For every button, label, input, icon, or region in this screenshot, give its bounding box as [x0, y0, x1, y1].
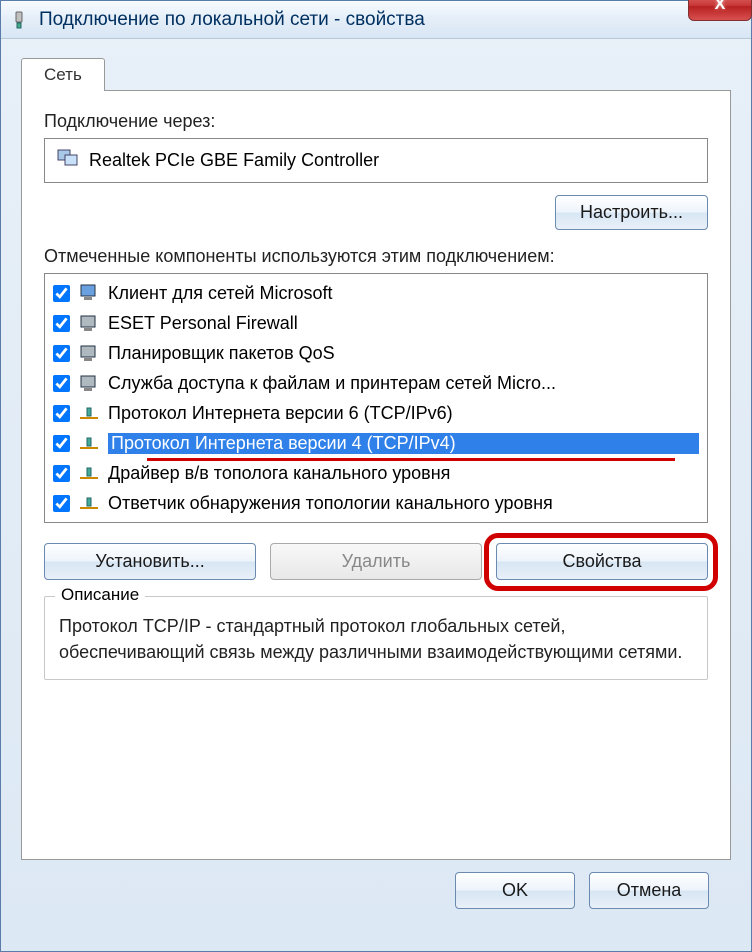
connect-via-label: Подключение через:: [44, 111, 708, 132]
properties-button[interactable]: Свойства: [496, 543, 708, 580]
component-checkbox[interactable]: [53, 345, 70, 362]
cancel-button[interactable]: Отмена: [589, 872, 709, 909]
component-label: Протокол Интернета версии 6 (TCP/IPv6): [108, 403, 699, 424]
list-item[interactable]: Драйвер в/в тополога канального уровня: [47, 458, 705, 488]
dialog-buttons: OK Отмена: [21, 860, 731, 909]
remove-button: Удалить: [270, 543, 482, 580]
firewall-icon: [78, 312, 100, 334]
share-icon: [78, 372, 100, 394]
content-area: Сеть Подключение через: Realtek PCIe GBE…: [1, 39, 751, 923]
adapter-field[interactable]: Realtek PCIe GBE Family Controller: [44, 138, 708, 183]
close-button[interactable]: X: [688, 0, 752, 21]
configure-button[interactable]: Настроить...: [555, 195, 708, 230]
component-checkbox[interactable]: [53, 315, 70, 332]
description-group: Описание Протокол TCP/IP - стандартный п…: [44, 596, 708, 680]
component-label: ESET Personal Firewall: [108, 313, 699, 334]
list-item[interactable]: Клиент для сетей Microsoft: [47, 278, 705, 308]
properties-dialog: Подключение по локальной сети - свойства…: [0, 0, 752, 952]
titlebar: Подключение по локальной сети - свойства…: [1, 1, 751, 39]
component-label: Планировщик пакетов QoS: [108, 343, 699, 364]
component-buttons-row: Установить... Удалить Свойства: [44, 543, 708, 580]
tab-container: Сеть Подключение через: Realtek PCIe GBE…: [21, 57, 731, 860]
component-checkbox[interactable]: [53, 405, 70, 422]
ok-button[interactable]: OK: [455, 872, 575, 909]
component-label: Драйвер в/в тополога канального уровня: [108, 463, 699, 484]
qos-icon: [78, 342, 100, 364]
window-title: Подключение по локальной сети - свойства: [39, 9, 743, 31]
component-label: Протокол Интернета версии 4 (TCP/IPv4): [108, 433, 699, 454]
component-checkbox[interactable]: [53, 435, 70, 452]
list-item[interactable]: Ответчик обнаружения топологии канальног…: [47, 488, 705, 518]
install-button[interactable]: Установить...: [44, 543, 256, 580]
protocol-icon: [78, 402, 100, 424]
window-icon: [9, 10, 29, 30]
list-item[interactable]: Планировщик пакетов QoS: [47, 338, 705, 368]
list-item[interactable]: ESET Personal Firewall: [47, 308, 705, 338]
adapter-name: Realtek PCIe GBE Family Controller: [89, 150, 379, 171]
tab-network[interactable]: Сеть: [21, 58, 105, 91]
protocol-icon: [78, 462, 100, 484]
description-title: Описание: [55, 585, 145, 605]
client-icon: [78, 282, 100, 304]
network-adapter-icon: [57, 149, 79, 172]
list-item[interactable]: Протокол Интернета версии 6 (TCP/IPv6): [47, 398, 705, 428]
component-label: Клиент для сетей Microsoft: [108, 283, 699, 304]
components-list[interactable]: Клиент для сетей Microsoft ESET Personal…: [44, 273, 708, 523]
component-checkbox[interactable]: [53, 465, 70, 482]
tab-panel: Подключение через: Realtek PCIe GBE Fami…: [21, 90, 731, 860]
description-text: Протокол TCP/IP - стандартный протокол г…: [59, 613, 693, 665]
list-item-selected[interactable]: Протокол Интернета версии 4 (TCP/IPv4): [47, 428, 705, 458]
component-checkbox[interactable]: [53, 375, 70, 392]
protocol-icon: [78, 492, 100, 514]
list-item[interactable]: Служба доступа к файлам и принтерам сете…: [47, 368, 705, 398]
protocol-icon: [78, 432, 100, 454]
component-label: Служба доступа к файлам и принтерам сете…: [108, 373, 699, 394]
components-label: Отмеченные компоненты используются этим …: [44, 246, 708, 267]
component-checkbox[interactable]: [53, 285, 70, 302]
component-label: Ответчик обнаружения топологии канальног…: [108, 493, 699, 514]
component-checkbox[interactable]: [53, 495, 70, 512]
